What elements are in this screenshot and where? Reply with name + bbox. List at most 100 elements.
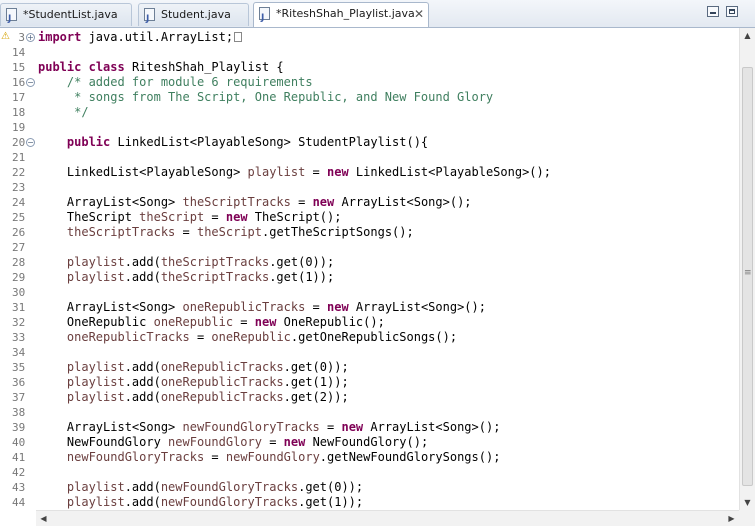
- variable-token: oneRepublic: [211, 330, 291, 344]
- scroll-left-icon[interactable]: ◀: [36, 511, 51, 526]
- variable-token: playlist: [66, 270, 125, 284]
- code-text: import java.util.ArrayList;: [38, 30, 243, 45]
- tab-studentlist[interactable]: J *StudentList.java: [0, 3, 132, 26]
- code-line[interactable]: 34: [0, 345, 739, 360]
- variable-token: oneRepublic: [153, 315, 234, 329]
- collapse-fold-icon[interactable]: −: [26, 78, 35, 87]
- close-tab-icon[interactable]: ✕: [414, 3, 424, 25]
- code-line[interactable]: 35 playlist.add(oneRepublicTracks.get(0)…: [0, 360, 739, 375]
- code-line[interactable]: 29 playlist.add(theScriptTracks.get(1));: [0, 270, 739, 285]
- code-line[interactable]: ⚠ 3 + import java.util.ArrayList;: [0, 30, 739, 45]
- code-line[interactable]: 31 ArrayList<Song> oneRepublicTracks = n…: [0, 300, 739, 315]
- code-text: /* added for module 6 requirements: [38, 75, 313, 90]
- scroll-thumb[interactable]: [742, 67, 753, 486]
- code-line[interactable]: 37 playlist.add(oneRepublicTracks.get(2)…: [0, 390, 739, 405]
- line-number: 14: [12, 46, 26, 59]
- code-token: .add(: [124, 270, 161, 284]
- code-line[interactable]: 16− /* added for module 6 requirements: [0, 75, 739, 90]
- code-token: =: [175, 225, 197, 239]
- code-text: playlist.add(newFoundGloryTracks.get(0))…: [38, 480, 363, 495]
- code-token: .get(1));: [269, 270, 335, 284]
- code-token: NewFoundGlory: [38, 435, 169, 449]
- code-token: .add(: [124, 480, 161, 494]
- code-line[interactable]: 40 NewFoundGlory newFoundGlory = new New…: [0, 435, 739, 450]
- code-token: .add(: [124, 360, 161, 374]
- keyword-token: new: [254, 315, 277, 329]
- variable-token: playlist: [66, 255, 125, 269]
- code-line[interactable]: 22 LinkedList<PlayableSong> playlist = n…: [0, 165, 739, 180]
- code-token: .get(0));: [269, 255, 335, 269]
- code-line[interactable]: 43 playlist.add(newFoundGloryTracks.get(…: [0, 480, 739, 495]
- line-number: 3: [18, 31, 25, 44]
- line-number: 19: [12, 121, 26, 134]
- line-number: 38: [12, 406, 26, 419]
- maximize-icon[interactable]: [726, 6, 738, 17]
- code-line[interactable]: 38: [0, 405, 739, 420]
- code-token: NewFoundGlory();: [305, 435, 429, 449]
- code-editor[interactable]: ⚠ 3 + import java.util.ArrayList; 14 15 public…: [0, 28, 739, 510]
- code-line[interactable]: 15 public class RiteshShah_Playlist {: [0, 60, 739, 75]
- code-token: .get(0));: [298, 480, 364, 494]
- code-line[interactable]: 44 playlist.add(newFoundGloryTracks.get(…: [0, 495, 739, 510]
- collapse-fold-icon[interactable]: −: [26, 138, 35, 147]
- code-line[interactable]: 18 */: [0, 105, 739, 120]
- code-line[interactable]: 21: [0, 150, 739, 165]
- line-number: 35: [12, 361, 26, 374]
- expand-fold-icon[interactable]: +: [26, 33, 35, 42]
- keyword-token: class: [88, 60, 125, 74]
- scroll-right-icon[interactable]: ▶: [724, 511, 739, 526]
- code-line[interactable]: 36 playlist.add(oneRepublicTracks.get(1)…: [0, 375, 739, 390]
- code-text: LinkedList<PlayableSong> playlist = new …: [38, 165, 551, 180]
- line-number: 30: [12, 286, 26, 299]
- line-number: 22: [12, 166, 26, 179]
- warning-icon[interactable]: ⚠: [1, 32, 11, 42]
- line-number: 43: [12, 481, 26, 494]
- tab-riteshshah-playlist[interactable]: J *RiteshShah_Playlist.java ✕: [253, 2, 429, 27]
- code-line[interactable]: 39 ArrayList<Song> newFoundGloryTracks =…: [0, 420, 739, 435]
- variable-token: theScript: [139, 210, 205, 224]
- scroll-up-icon[interactable]: ▲: [740, 28, 755, 43]
- code-line[interactable]: 17 * songs from The Script, One Republic…: [0, 90, 739, 105]
- code-line[interactable]: 41 newFoundGloryTracks = newFoundGlory.g…: [0, 450, 739, 465]
- line-number: 28: [12, 256, 26, 269]
- code-line[interactable]: 32 OneRepublic oneRepublic = new OneRepu…: [0, 315, 739, 330]
- code-token: ArrayList<Song>();: [348, 300, 486, 314]
- variable-token: newFoundGloryTracks: [66, 450, 205, 464]
- tab-student[interactable]: J Student.java: [138, 3, 249, 26]
- code-line[interactable]: 26 theScriptTracks = theScript.getTheScr…: [0, 225, 739, 240]
- minimize-icon[interactable]: [707, 6, 719, 17]
- line-number: 33: [12, 331, 26, 344]
- code-line[interactable]: 20− public LinkedList<PlayableSong> Stud…: [0, 135, 739, 150]
- variable-token: theScriptTracks: [66, 225, 176, 239]
- code-line[interactable]: 24 ArrayList<Song> theScriptTracks = new…: [0, 195, 739, 210]
- code-line[interactable]: 14: [0, 45, 739, 60]
- scroll-down-icon[interactable]: ▼: [740, 495, 755, 510]
- code-line[interactable]: 27: [0, 240, 739, 255]
- folded-imports-marker[interactable]: [234, 32, 243, 42]
- code-line[interactable]: 19: [0, 120, 739, 135]
- vertical-scrollbar[interactable]: ▲ ▼: [739, 28, 755, 510]
- code-text: newFoundGloryTracks = newFoundGlory.getN…: [38, 450, 501, 465]
- code-line[interactable]: 28 playlist.add(theScriptTracks.get(0));: [0, 255, 739, 270]
- line-number: 27: [12, 241, 26, 254]
- horizontal-scrollbar[interactable]: ◀ ▶: [36, 510, 739, 526]
- code-line[interactable]: 42: [0, 465, 739, 480]
- code-token: TheScript: [38, 210, 140, 224]
- variable-token: oneRepublicTracks: [160, 360, 284, 374]
- code-token: =: [189, 330, 212, 344]
- line-number: 24: [12, 196, 26, 209]
- line-number: 21: [12, 151, 26, 164]
- keyword-token: new: [312, 195, 335, 209]
- code-line[interactable]: 23: [0, 180, 739, 195]
- code-token: =: [305, 300, 328, 314]
- code-line[interactable]: 30: [0, 285, 739, 300]
- code-line[interactable]: 25 TheScript theScript = new TheScript()…: [0, 210, 739, 225]
- code-line[interactable]: 33 oneRepublicTracks = oneRepublic.getOn…: [0, 330, 739, 345]
